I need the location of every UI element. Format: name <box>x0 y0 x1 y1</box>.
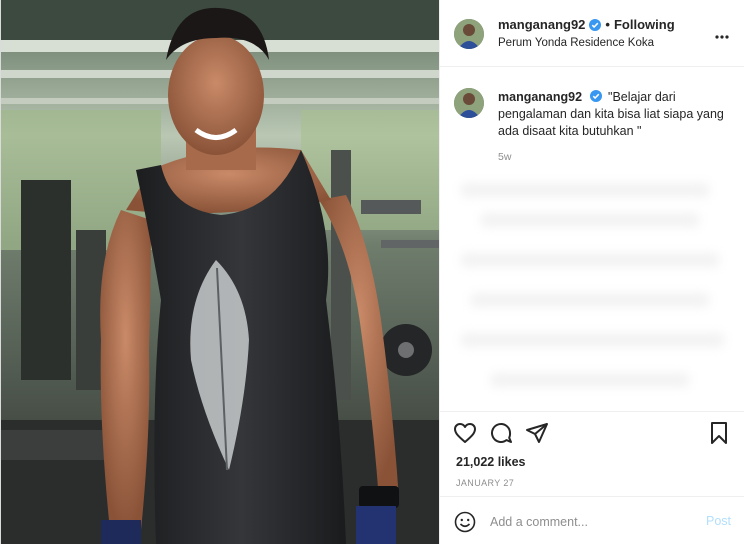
post-side-panel: manganang92 • Following Perum Yonda Resi… <box>439 0 744 544</box>
instagram-post: manganang92 • Following Perum Yonda Resi… <box>0 0 744 544</box>
caption-avatar[interactable] <box>454 88 484 118</box>
likes-count[interactable]: 21,022 likes <box>456 455 526 469</box>
header-username-row: manganang92 • Following <box>498 17 675 32</box>
location-link[interactable]: Perum Yonda Residence Koka <box>498 37 654 49</box>
verified-badge-icon <box>589 18 602 31</box>
blurred-line <box>480 213 700 227</box>
send-icon[interactable] <box>524 420 550 446</box>
send-shape <box>526 423 548 443</box>
more-dots <box>715 35 729 39</box>
heart-shape <box>454 423 476 443</box>
add-comment-bar: Post <box>440 496 744 544</box>
blurred-line <box>470 293 710 307</box>
post-date[interactable]: JANUARY 27 <box>456 478 514 488</box>
caption-timestamp[interactable]: 5w <box>498 151 511 163</box>
caption: manganang92 "Belajar dari pengalaman dan… <box>498 89 730 140</box>
more-horizontal-icon[interactable] <box>715 24 729 42</box>
avatar-image <box>454 88 484 118</box>
blurred-line <box>490 373 690 387</box>
blurred-line <box>460 253 720 267</box>
comment-input[interactable] <box>490 511 680 533</box>
avatar-image <box>454 19 484 49</box>
post-comment-button[interactable]: Post <box>706 514 731 528</box>
separator-dot: • <box>605 17 610 32</box>
caption-username[interactable]: manganang92 <box>498 90 582 104</box>
verified-badge-icon <box>589 90 602 102</box>
header-username[interactable]: manganang92 <box>498 17 585 32</box>
actions-bar: 21,022 likes JANUARY 27 <box>440 411 744 495</box>
heart-icon[interactable] <box>452 420 478 446</box>
blurred-comments <box>450 173 735 403</box>
comment-shape <box>491 422 512 443</box>
blurred-line <box>460 183 710 197</box>
post-header: manganang92 • Following Perum Yonda Resi… <box>440 0 744 67</box>
following-button[interactable]: Following <box>614 17 675 32</box>
avatar[interactable] <box>454 19 484 49</box>
comments-section[interactable]: manganang92 "Belajar dari pengalaman dan… <box>440 68 744 411</box>
gym-photo-image <box>1 0 439 544</box>
smiley-shape <box>454 511 476 533</box>
bookmark-icon[interactable] <box>706 420 732 446</box>
bookmark-shape <box>711 422 727 444</box>
smiley-icon[interactable] <box>454 511 476 533</box>
blurred-line <box>460 333 725 347</box>
comment-icon[interactable] <box>488 420 514 446</box>
post-photo[interactable] <box>1 0 439 544</box>
